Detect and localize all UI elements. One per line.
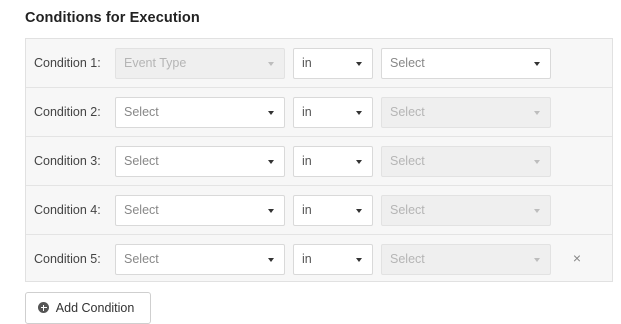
condition-operator-value: in — [302, 203, 312, 217]
condition-field-value: Select — [124, 203, 159, 217]
condition-label: Condition 3: — [34, 154, 101, 168]
condition-field-select[interactable]: Select — [115, 146, 285, 177]
conditions-panel: Condition 1: Event Type in Select Condit… — [25, 38, 613, 282]
condition-field-value: Select — [124, 105, 159, 119]
condition-field-value: Select — [124, 154, 159, 168]
condition-operator-select[interactable]: in — [293, 244, 373, 275]
caret-down-icon — [534, 160, 540, 164]
condition-value-placeholder: Select — [390, 154, 425, 168]
caret-down-icon — [268, 209, 274, 213]
condition-value-select: Select — [381, 244, 551, 275]
condition-operator-value: in — [302, 252, 312, 266]
condition-row: Condition 3: Select in Select — [26, 137, 612, 186]
condition-label: Condition 1: — [34, 56, 101, 70]
caret-down-icon — [268, 160, 274, 164]
condition-row: Condition 4: Select in Select — [26, 186, 612, 235]
condition-operator-value: in — [302, 105, 312, 119]
caret-down-icon — [534, 111, 540, 115]
caret-down-icon — [268, 62, 274, 66]
condition-value-placeholder: Select — [390, 105, 425, 119]
add-condition-label: Add Condition — [55, 301, 135, 315]
condition-value-select: Select — [381, 97, 551, 128]
plus-circle-icon — [38, 302, 49, 313]
caret-down-icon — [534, 209, 540, 213]
condition-operator-select[interactable]: in — [293, 97, 373, 128]
condition-operator-value: in — [302, 154, 312, 168]
caret-down-icon — [356, 160, 362, 164]
condition-field-value: Event Type — [124, 56, 187, 70]
caret-down-icon — [356, 111, 362, 115]
caret-down-icon — [534, 258, 540, 262]
caret-down-icon — [356, 209, 362, 213]
condition-field-value: Select — [124, 252, 159, 266]
caret-down-icon — [534, 62, 540, 66]
condition-row: Condition 5: Select in Select × — [26, 235, 612, 284]
condition-label: Condition 4: — [34, 203, 101, 217]
condition-label: Condition 5: — [34, 252, 101, 266]
condition-operator-select[interactable]: in — [293, 146, 373, 177]
condition-row: Condition 1: Event Type in Select — [26, 39, 612, 88]
caret-down-icon — [268, 258, 274, 262]
condition-label: Condition 2: — [34, 105, 101, 119]
condition-field-select: Event Type — [115, 48, 285, 79]
condition-field-select[interactable]: Select — [115, 244, 285, 275]
condition-value-placeholder: Select — [390, 252, 425, 266]
condition-value-placeholder: Select — [390, 203, 425, 217]
condition-row: Condition 2: Select in Select — [26, 88, 612, 137]
condition-value-select[interactable]: Select — [381, 48, 551, 79]
condition-operator-select[interactable]: in — [293, 195, 373, 226]
caret-down-icon — [356, 258, 362, 262]
condition-value-placeholder: Select — [390, 56, 425, 70]
condition-operator-value: in — [302, 56, 312, 70]
condition-value-select: Select — [381, 195, 551, 226]
remove-condition-icon[interactable]: × — [569, 250, 585, 266]
condition-field-select[interactable]: Select — [115, 97, 285, 128]
add-condition-button[interactable]: Add Condition — [25, 292, 151, 324]
condition-operator-select[interactable]: in — [293, 48, 373, 79]
condition-field-select[interactable]: Select — [115, 195, 285, 226]
caret-down-icon — [268, 111, 274, 115]
condition-value-select: Select — [381, 146, 551, 177]
caret-down-icon — [356, 62, 362, 66]
section-title: Conditions for Execution — [25, 10, 200, 26]
